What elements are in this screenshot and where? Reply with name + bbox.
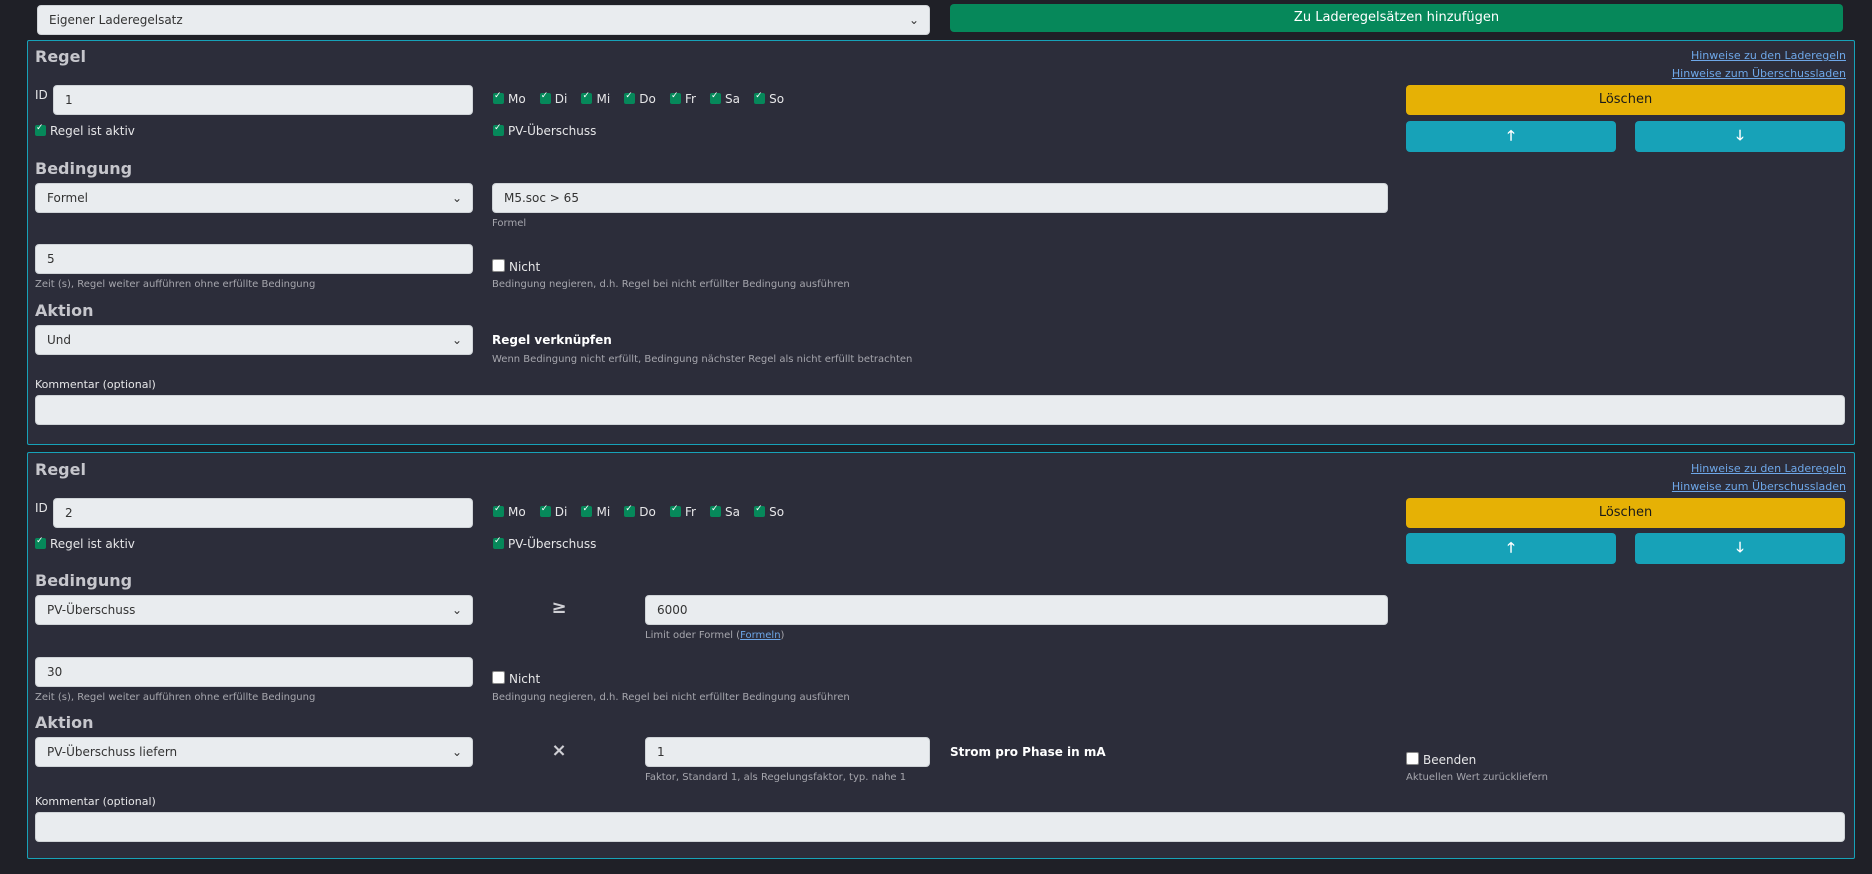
- pv-surplus-checkbox[interactable]: [493, 123, 504, 136]
- surplus-help-link[interactable]: Hinweise zum Überschussladen: [1672, 480, 1846, 493]
- move-down-button[interactable]: 🡓: [1635, 533, 1845, 564]
- arrow-up-icon: 🡑: [1507, 540, 1515, 556]
- action-select[interactable]: PV-Überschuss liefern ⌄: [35, 737, 473, 767]
- arrow-up-icon: 🡑: [1507, 128, 1515, 144]
- weekday-checkboxes: Mo Di Mi Do Fr Sa So: [493, 501, 793, 520]
- checkbox-so[interactable]: [754, 91, 766, 104]
- chevron-down-icon: ⌄: [451, 333, 462, 347]
- checkbox-so[interactable]: [754, 504, 766, 517]
- time-input[interactable]: 30: [35, 657, 473, 687]
- not-hint: Bedingung negieren, d.h. Regel bei nicht…: [492, 692, 850, 703]
- chevron-down-icon: ⌄: [451, 603, 462, 617]
- active-checkbox-row: Regel ist aktiv: [35, 536, 135, 551]
- condition-select[interactable]: PV-Überschuss ⌄: [35, 595, 473, 625]
- arrow-down-icon: 🡓: [1736, 540, 1744, 556]
- checkbox-do[interactable]: [624, 504, 636, 517]
- app-root: { "top": { "ruleset_select": "Eigener La…: [0, 0, 1872, 874]
- move-up-button[interactable]: 🡑: [1406, 121, 1616, 152]
- active-checkbox-row: Regel ist aktiv: [35, 123, 135, 138]
- delete-button[interactable]: Löschen: [1406, 498, 1845, 528]
- not-checkbox-row: Nicht: [492, 671, 540, 686]
- greater-equal-symbol: ≥: [551, 597, 567, 618]
- not-checkbox[interactable]: [492, 671, 505, 684]
- end-checkbox[interactable]: [1406, 752, 1419, 765]
- action-select[interactable]: Und ⌄: [35, 325, 473, 355]
- time-hint: Zeit (s), Regel weiter aufführen ohne er…: [35, 279, 316, 290]
- checkbox-do[interactable]: [624, 91, 636, 104]
- checkbox-mi[interactable]: [581, 91, 593, 104]
- id-label: ID: [35, 88, 48, 102]
- not-checkbox-row: Nicht: [492, 259, 540, 274]
- rules-help-link[interactable]: Hinweise zu den Laderegeln: [1691, 49, 1846, 62]
- rules-help-link[interactable]: Hinweise zu den Laderegeln: [1691, 462, 1846, 475]
- pv-checkbox-row: PV-Überschuss: [493, 123, 596, 138]
- comment-input[interactable]: [35, 395, 1845, 425]
- checkbox-di[interactable]: [539, 504, 551, 517]
- move-down-button[interactable]: 🡓: [1635, 121, 1845, 152]
- condition-select[interactable]: Formel ⌄: [35, 183, 473, 213]
- action-title: Aktion: [35, 301, 94, 320]
- factor-input[interactable]: 1: [645, 737, 930, 767]
- chevron-down-icon: ⌄: [908, 13, 919, 27]
- active-checkbox[interactable]: [35, 123, 46, 136]
- not-checkbox[interactable]: [492, 259, 505, 272]
- link-rule-hint: Wenn Bedingung nicht erfüllt, Bedingung …: [492, 354, 913, 365]
- end-checkbox-row: Beenden: [1406, 752, 1476, 767]
- id-label: ID: [35, 501, 48, 515]
- weekday-checkboxes: Mo Di Mi Do Fr Sa So: [493, 88, 793, 107]
- time-input[interactable]: 5: [35, 244, 473, 274]
- add-to-rulesets-button[interactable]: Zu Laderegelsätzen hinzufügen: [950, 4, 1843, 32]
- condition-title: Bedingung: [35, 159, 133, 178]
- arrow-down-icon: 🡓: [1736, 128, 1744, 144]
- chevron-down-icon: ⌄: [451, 745, 462, 759]
- comment-input[interactable]: [35, 812, 1845, 842]
- id-input[interactable]: 2: [53, 498, 473, 528]
- limit-hint: Limit oder Formel (Formeln): [645, 630, 785, 641]
- pv-surplus-checkbox[interactable]: [493, 536, 504, 549]
- checkbox-sa[interactable]: [710, 91, 721, 104]
- ruleset-select-value: Eigener Laderegelsatz: [49, 13, 183, 27]
- checkbox-fr[interactable]: [669, 504, 681, 517]
- formula-hint: Formel: [492, 218, 527, 229]
- factor-hint: Faktor, Standard 1, als Regelungsfaktor,…: [645, 772, 907, 783]
- action-title: Aktion: [35, 713, 94, 732]
- rule-title: Regel: [35, 47, 86, 66]
- end-hint: Aktuellen Wert zurückliefern: [1406, 772, 1548, 783]
- not-hint: Bedingung negieren, d.h. Regel bei nicht…: [492, 279, 850, 290]
- checkbox-mo[interactable]: [493, 504, 504, 517]
- delete-button[interactable]: Löschen: [1406, 85, 1845, 115]
- condition-title: Bedingung: [35, 571, 133, 590]
- rule-title: Regel: [35, 460, 86, 479]
- checkbox-fr[interactable]: [669, 91, 681, 104]
- link-rule-title: Regel verknüpfen: [492, 333, 612, 347]
- comment-label: Kommentar (optional): [35, 795, 156, 808]
- ruleset-select[interactable]: Eigener Laderegelsatz ⌄: [37, 5, 930, 35]
- checkbox-sa[interactable]: [710, 504, 721, 517]
- surplus-help-link[interactable]: Hinweise zum Überschussladen: [1672, 67, 1846, 80]
- pv-checkbox-row: PV-Überschuss: [493, 536, 596, 551]
- id-input[interactable]: 1: [53, 85, 473, 115]
- formula-input[interactable]: M5.soc > 65: [492, 183, 1388, 213]
- checkbox-di[interactable]: [539, 91, 551, 104]
- time-hint: Zeit (s), Regel weiter aufführen ohne er…: [35, 692, 316, 703]
- move-up-button[interactable]: 🡑: [1406, 533, 1616, 564]
- limit-input[interactable]: 6000: [645, 595, 1388, 625]
- comment-label: Kommentar (optional): [35, 378, 156, 391]
- checkbox-mi[interactable]: [581, 504, 593, 517]
- multiply-symbol: ×: [551, 740, 567, 761]
- current-per-phase-label: Strom pro Phase in mA: [950, 745, 1106, 759]
- checkbox-mo[interactable]: [493, 91, 504, 104]
- active-checkbox[interactable]: [35, 536, 46, 549]
- formulas-link[interactable]: Formeln: [740, 630, 780, 641]
- chevron-down-icon: ⌄: [451, 191, 462, 205]
